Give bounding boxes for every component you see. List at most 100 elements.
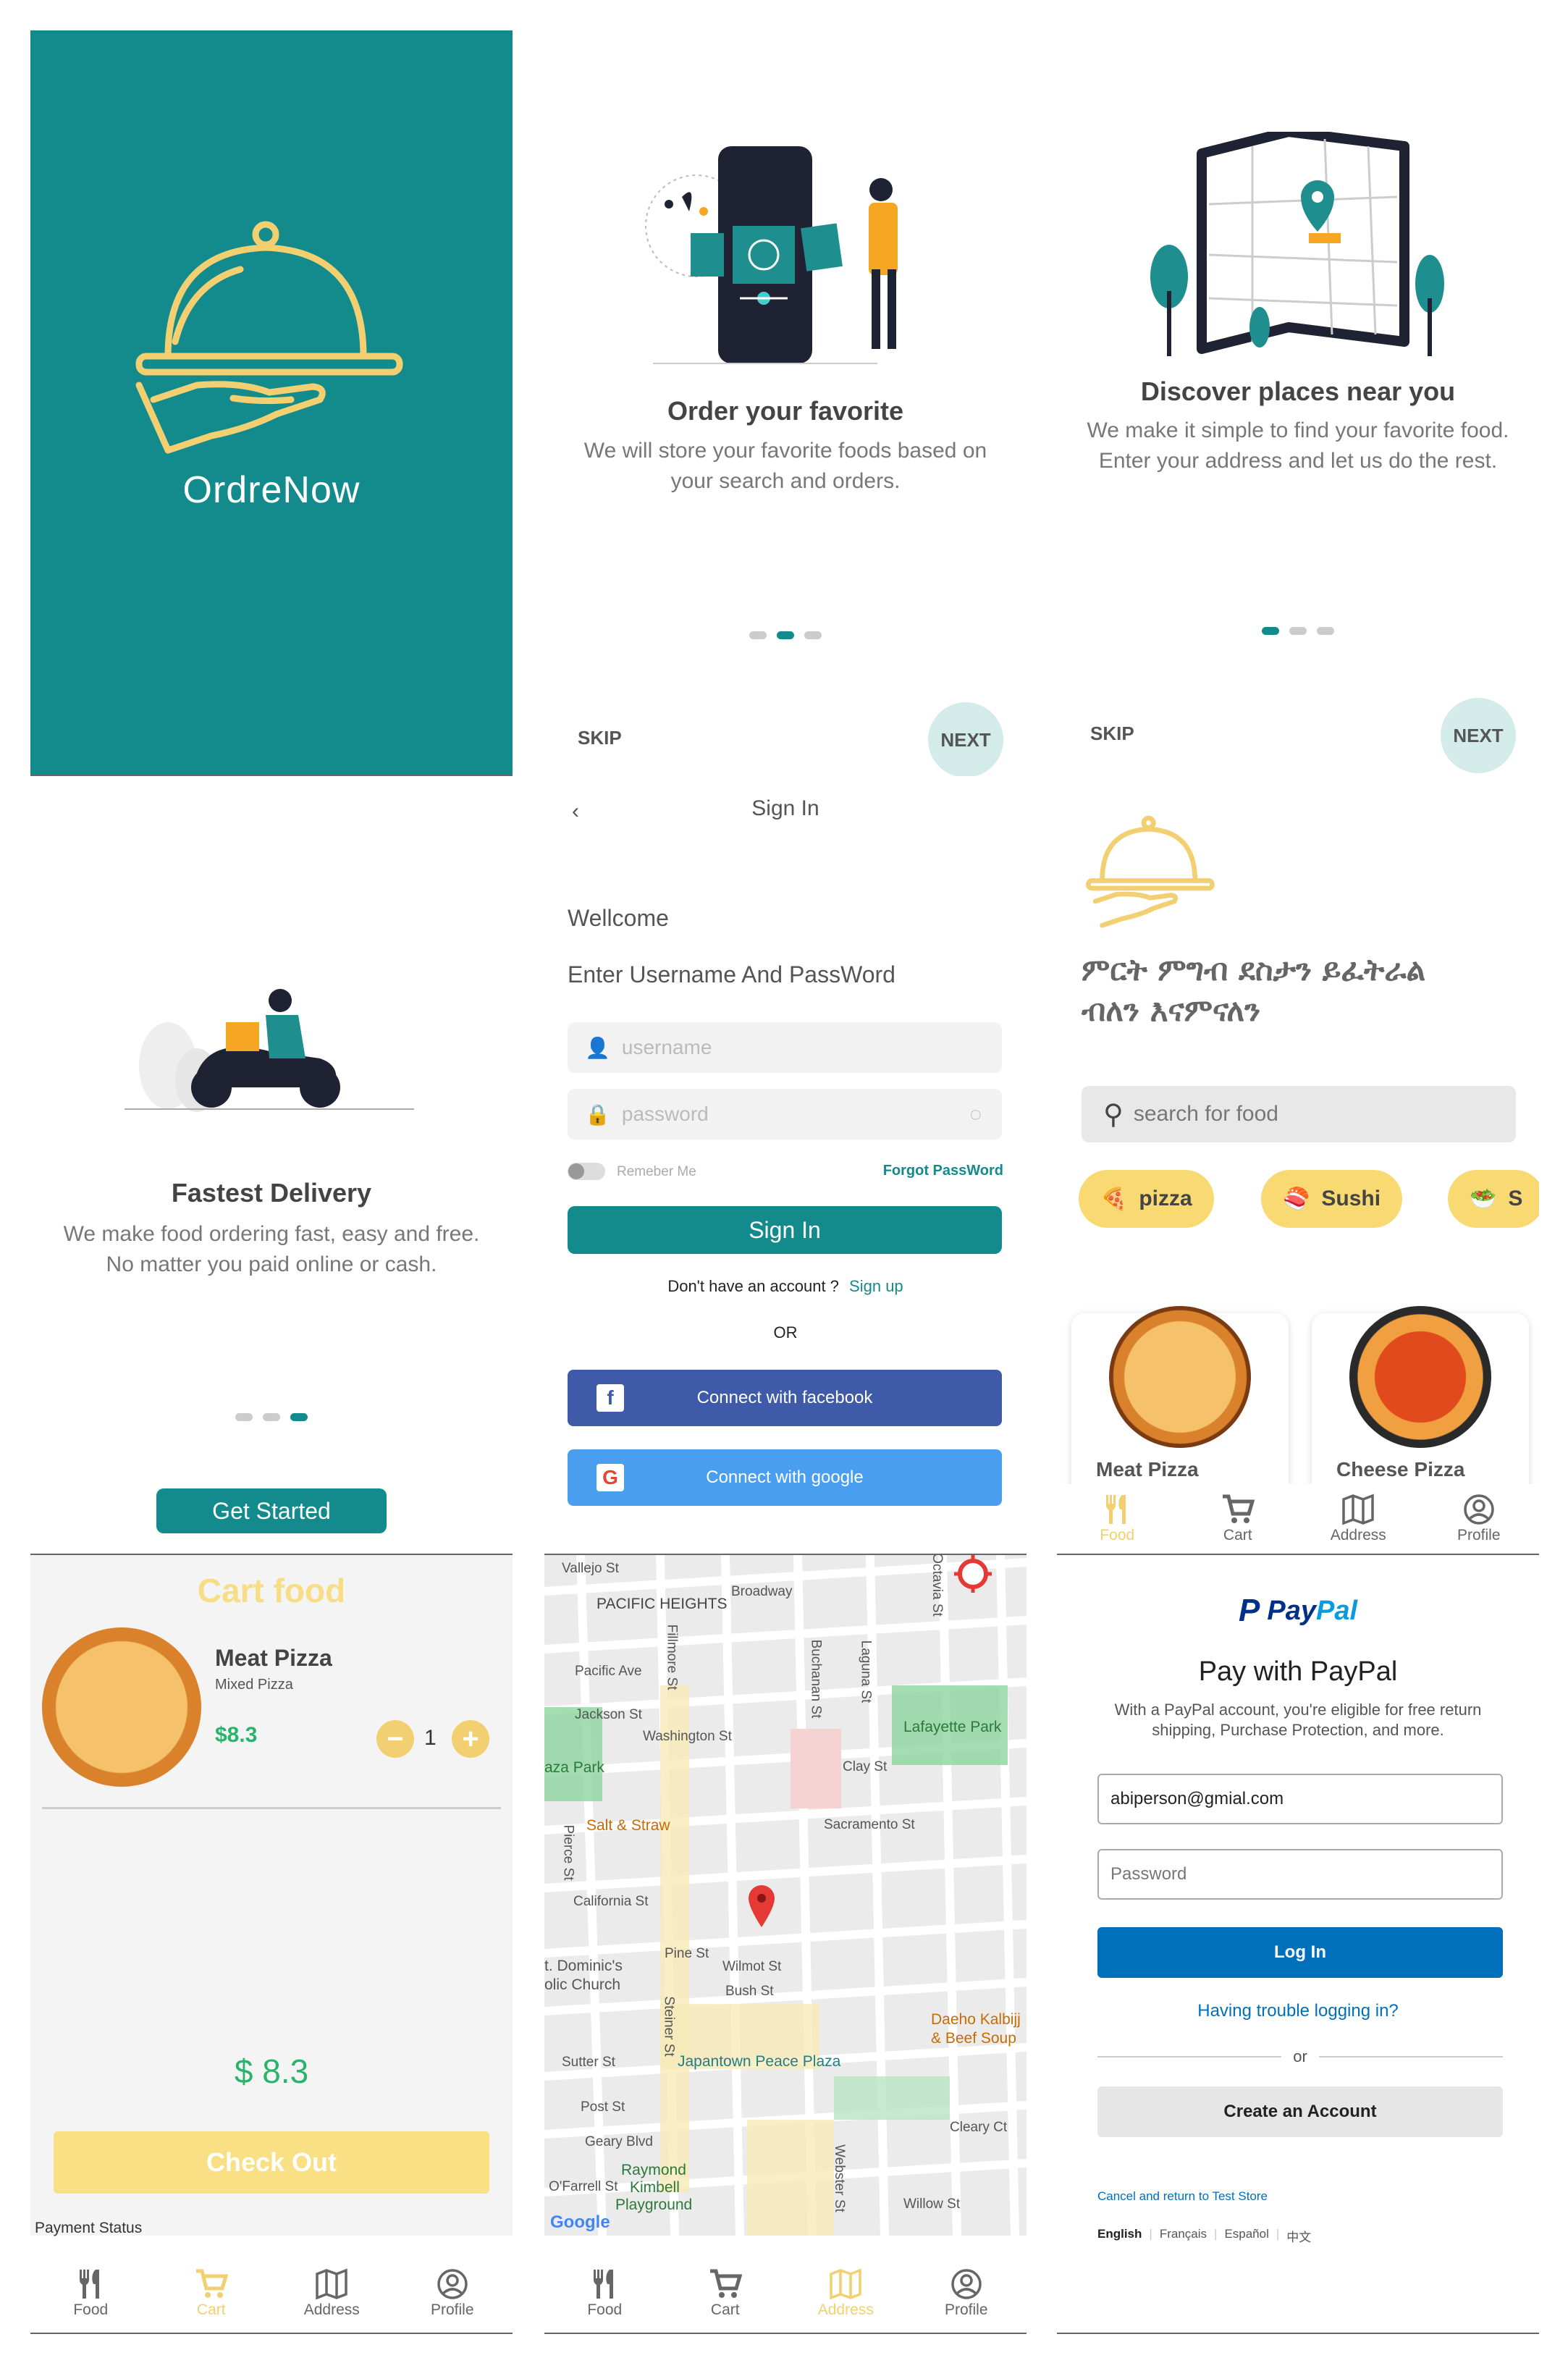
remember-label: Remeber Me (617, 1164, 696, 1179)
decrease-quantity-button[interactable]: − (376, 1720, 414, 1758)
username-placeholder: username (621, 1036, 712, 1058)
map-label: Broadway (731, 1584, 793, 1599)
forgot-password-link[interactable]: Forgot PassWord (883, 1163, 1003, 1179)
language-french[interactable]: Français (1160, 2227, 1207, 2245)
scooter-delivery-illustration (125, 989, 414, 1112)
tab-food[interactable]: Food (47, 2268, 134, 2319)
map-location-illustration (1150, 132, 1444, 356)
cart-total: $ 8.3 (234, 2052, 309, 2090)
map-label: Daeho Kalbijj (931, 2011, 1021, 2028)
paypal-p-icon: P (1238, 1593, 1260, 1628)
get-started-button[interactable]: Get Started (156, 1488, 387, 1533)
username-field[interactable]: 👤 username (568, 1022, 1002, 1073)
tab-cart[interactable]: Cart (1194, 1494, 1281, 1544)
page-dot (263, 1413, 280, 1421)
skip-button[interactable]: SKIP (578, 727, 622, 749)
location-pin-icon[interactable] (747, 1885, 776, 1929)
trouble-logging-in-link[interactable]: Having trouble logging in? (1057, 2001, 1539, 2021)
cheese-pizza-image (1349, 1306, 1491, 1448)
password-field[interactable]: 🔒 password ◌ (568, 1089, 1002, 1140)
tab-cart[interactable]: Cart (168, 2268, 255, 2319)
remember-toggle[interactable] (568, 1163, 605, 1180)
tab-address[interactable]: Address (288, 2268, 375, 2319)
payment-status: Payment Status (35, 2220, 143, 2236)
tab-label: Address (817, 2301, 874, 2318)
create-account-button[interactable]: Create an Account (1097, 2086, 1503, 2137)
language-chinese[interactable]: 中文 (1286, 2227, 1311, 2245)
locate-target-icon[interactable] (954, 1555, 992, 1593)
google-connect-button[interactable]: G Connect with google (568, 1449, 1002, 1506)
email-field[interactable]: abiperson@gmial.com (1097, 1774, 1503, 1824)
log-in-button[interactable]: Log In (1097, 1927, 1503, 1978)
cart-icon (195, 2269, 228, 2298)
sign-up-link[interactable]: Sign up (849, 1277, 903, 1295)
tab-profile[interactable]: Profile (409, 2268, 496, 2319)
next-button[interactable]: NEXT (928, 702, 1003, 776)
sign-in-button[interactable]: Sign In (568, 1206, 1002, 1254)
search-bar[interactable]: ⚲ search for food (1082, 1086, 1516, 1142)
tab-food[interactable]: Food (1074, 1494, 1160, 1544)
map-icon (1342, 1494, 1374, 1525)
map-label: PACIFIC HEIGHTS (597, 1596, 728, 1612)
tab-food[interactable]: Food (561, 2268, 648, 2319)
chip-label: Sushi (1321, 1187, 1381, 1210)
page-dot (1289, 627, 1307, 635)
tab-cart[interactable]: Cart (682, 2268, 769, 2319)
map-label: Cleary Ct (950, 2120, 1008, 2135)
category-chip-sushi[interactable]: 🍣 Sushi (1261, 1170, 1403, 1228)
profile-icon (951, 2269, 982, 2299)
welcome-heading: Wellcome (568, 905, 669, 931)
category-chip-salad[interactable]: 🥗 S (1448, 1170, 1539, 1228)
cancel-return-link[interactable]: Cancel and return to Test Store (1097, 2189, 1268, 2204)
chip-label: S (1508, 1187, 1523, 1210)
map-label: Sutter St (562, 2055, 615, 2070)
page-dot-active (777, 631, 794, 639)
food-card-meat-pizza[interactable]: Meat Pizza (1071, 1306, 1289, 1501)
tab-label: Food (73, 2301, 109, 2318)
cart-screen: Cart food Meat Pizza Mixed Pizza $8.3 − … (30, 1555, 513, 2334)
tab-address[interactable]: Address (802, 2268, 889, 2319)
skip-button[interactable]: SKIP (1090, 723, 1134, 745)
profile-icon (1464, 1494, 1494, 1525)
page-dot (1317, 627, 1334, 635)
category-chip-pizza[interactable]: 🍕 pizza (1079, 1170, 1214, 1228)
meat-pizza-image (1109, 1306, 1251, 1448)
bottom-tab-bar: Food Cart Address Profile (544, 2257, 1027, 2330)
cart-item-price: $8.3 (215, 1723, 258, 1747)
map-label: Playground (615, 2196, 693, 2213)
tab-profile[interactable]: Profile (1436, 1494, 1522, 1544)
tab-label: Cart (196, 2301, 226, 2318)
splash-background: OrdreNow (30, 30, 513, 776)
paypal-login-screen: P PayPal Pay with PayPal With a PayPal a… (1057, 1555, 1539, 2334)
map-view[interactable]: Vallejo St PACIFIC HEIGHTS Broadway Octa… (544, 1555, 1027, 2236)
map-label: Pierce St (560, 1824, 576, 1881)
divider (30, 2333, 513, 2334)
pizza-icon: 🍕 (1100, 1187, 1128, 1211)
increase-quantity-button[interactable]: + (452, 1720, 489, 1758)
map-label: Pine St (665, 1946, 709, 1961)
checkout-button[interactable]: Check Out (54, 2131, 489, 2194)
facebook-label: Connect with facebook (696, 1388, 873, 1407)
onboarding-places-screen: Discover places near you We make it simp… (1057, 30, 1539, 776)
food-card-cheese-pizza[interactable]: Cheese Pizza (1312, 1306, 1529, 1501)
onboarding-description: We make it simple to find your favorite … (1087, 418, 1509, 473)
map-label: Steiner St (661, 1996, 677, 2057)
fork-knife-icon (594, 2270, 614, 2299)
facebook-connect-button[interactable]: f Connect with facebook (568, 1370, 1002, 1426)
tab-address[interactable]: Address (1315, 1494, 1401, 1544)
divider (30, 775, 513, 776)
tab-profile[interactable]: Profile (923, 2268, 1010, 2319)
or-text: or (1293, 2047, 1307, 2065)
description-line: With a PayPal account, you're eligible f… (1114, 1701, 1482, 1719)
next-button[interactable]: NEXT (1441, 698, 1516, 773)
password-field[interactable]: Password (1097, 1849, 1503, 1900)
tab-label: Address (303, 2301, 360, 2318)
page-dot (749, 631, 767, 639)
map-label: aza Park (544, 1759, 604, 1776)
divider (544, 2333, 1027, 2334)
language-selector: English | Français | Español | 中文 (1097, 2227, 1312, 2245)
eye-off-icon[interactable]: ◌ (969, 1103, 982, 1126)
language-english[interactable]: English (1097, 2227, 1142, 2245)
app-brand-name: OrdreNow (182, 469, 361, 511)
language-spanish[interactable]: Español (1224, 2227, 1268, 2245)
